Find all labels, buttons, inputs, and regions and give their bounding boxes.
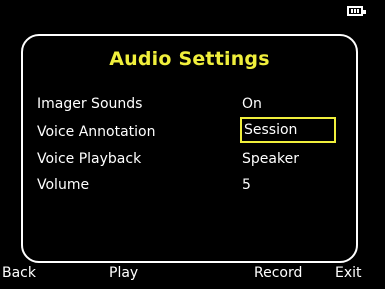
softkey-bar: Back Play Record Exit <box>0 263 385 283</box>
setting-row-voice-annotation[interactable]: Voice Annotation Session <box>37 117 347 143</box>
battery-cell <box>357 9 359 13</box>
setting-value[interactable]: Speaker <box>242 148 299 170</box>
record-softkey[interactable]: Record <box>254 263 302 283</box>
setting-label: Voice Annotation <box>37 124 156 140</box>
battery-icon <box>347 6 366 16</box>
setting-value[interactable]: On <box>242 93 262 115</box>
audio-settings-panel: Audio Settings Imager Sounds On Voice An… <box>21 34 358 263</box>
battery-cell <box>354 9 356 13</box>
play-softkey[interactable]: Play <box>109 263 138 283</box>
setting-row-voice-playback[interactable]: Voice Playback Speaker <box>37 148 347 170</box>
back-softkey[interactable]: Back <box>2 263 36 283</box>
exit-softkey[interactable]: Exit <box>335 263 362 283</box>
selected-setting-value[interactable]: Session <box>240 117 336 143</box>
setting-value[interactable]: 5 <box>242 174 251 196</box>
battery-cell <box>351 9 353 13</box>
page-title: Audio Settings <box>109 48 270 70</box>
setting-label: Voice Playback <box>37 151 142 167</box>
setting-label: Volume <box>37 177 90 193</box>
setting-row-imager-sounds[interactable]: Imager Sounds On <box>37 93 347 115</box>
setting-row-volume[interactable]: Volume 5 <box>37 174 347 196</box>
setting-label: Imager Sounds <box>37 96 143 112</box>
